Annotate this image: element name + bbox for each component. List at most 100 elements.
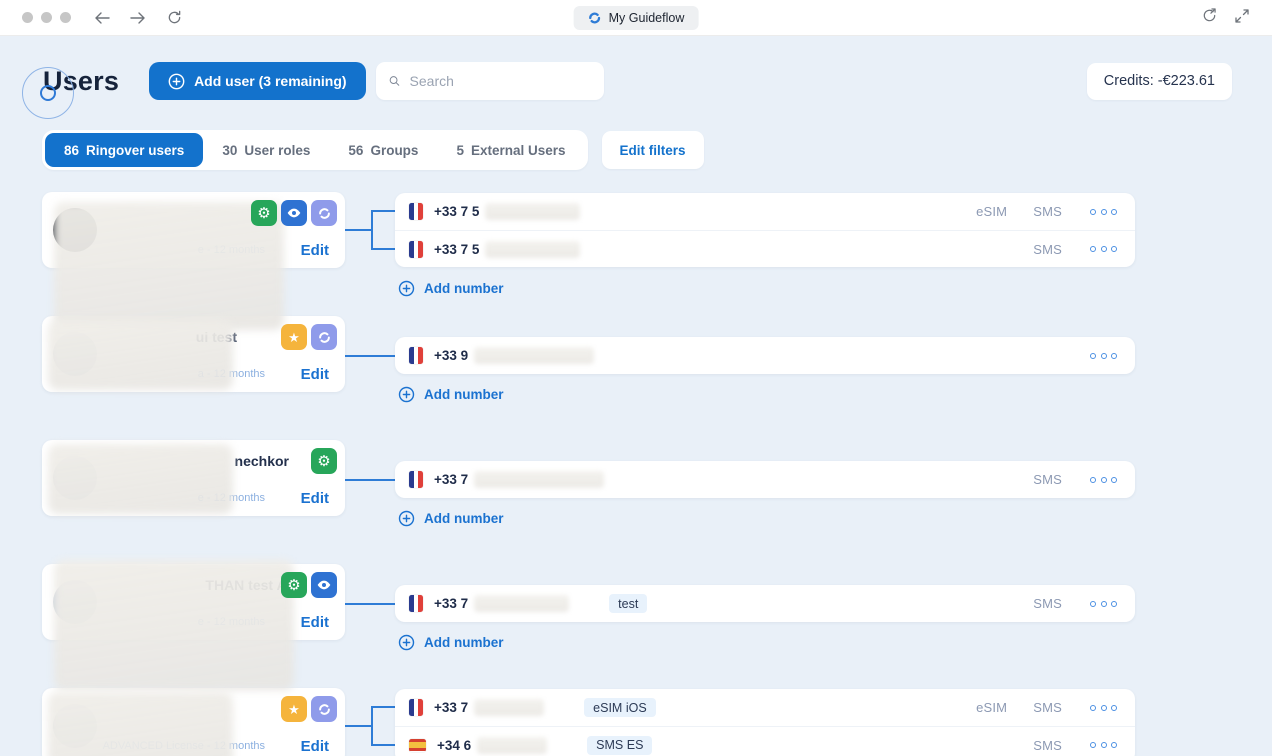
avatar [53, 332, 97, 376]
sync-badge-icon[interactable] [311, 324, 337, 350]
add-number-link[interactable]: Add number [398, 280, 504, 297]
back-icon[interactable] [93, 9, 111, 27]
expand-icon[interactable] [1234, 8, 1250, 29]
user-card: ui test ★ a - 12 months Edit [42, 316, 345, 392]
edit-user-link[interactable]: Edit [301, 490, 329, 507]
credits-badge: Credits: -€223.61 [1086, 62, 1232, 100]
sms-label: SMS [1033, 737, 1062, 753]
star-badge-icon[interactable]: ★ [281, 324, 307, 350]
license-label: a - 12 months [197, 368, 265, 380]
eye-badge-icon[interactable] [311, 572, 337, 598]
france-flag-icon [409, 471, 423, 488]
gear-badge-icon[interactable]: ⚙ [281, 572, 307, 598]
esim-label: eSIM [976, 700, 1008, 715]
redacted-number [485, 240, 581, 258]
browser-tab[interactable]: My Guideflow [573, 6, 699, 30]
connector-line [345, 479, 395, 481]
sms-label: SMS [1033, 596, 1062, 611]
tab-user-roles[interactable]: 30 User roles [203, 133, 329, 167]
row-menu-button[interactable] [1088, 738, 1119, 752]
connector-line [371, 706, 395, 708]
search-box[interactable] [375, 62, 604, 100]
number-row: +33 7 5 eSIM SMS [395, 193, 1135, 230]
row-menu-button[interactable] [1088, 701, 1119, 715]
gear-badge-icon[interactable]: ⚙ [251, 200, 277, 226]
plus-circle-icon [398, 510, 415, 527]
tab-label: Groups [370, 142, 419, 158]
tab-groups[interactable]: 56 Groups [329, 133, 437, 167]
connector-line [345, 603, 395, 605]
reload-icon[interactable] [165, 9, 183, 27]
edit-filters-button[interactable]: Edit filters [601, 131, 704, 169]
sms-label: SMS [1033, 472, 1062, 487]
eye-badge-icon[interactable] [281, 200, 307, 226]
forward-icon[interactable] [129, 9, 147, 27]
phone-number: +33 9 [434, 348, 469, 363]
search-input[interactable] [409, 73, 591, 89]
window-dot-icon [41, 12, 52, 23]
window-dot-icon [60, 12, 71, 23]
redacted-number [474, 699, 545, 716]
credits-value: Credits: -€223.61 [1103, 73, 1215, 89]
row-menu-button[interactable] [1088, 597, 1119, 611]
connector-line [345, 355, 395, 357]
phone-number: +34 6 [437, 737, 472, 753]
redacted-number [474, 471, 605, 488]
copy-link-icon[interactable] [1201, 7, 1218, 29]
add-user-button[interactable]: Add user (3 remaining) [149, 62, 366, 100]
redacted-number [485, 203, 581, 220]
page-title: Users [43, 65, 120, 96]
number-tag: test [609, 594, 648, 613]
window-dot-icon [22, 12, 33, 23]
add-number-label: Add number [424, 511, 504, 526]
sync-badge-icon[interactable] [311, 200, 337, 226]
tab-count: 86 [64, 142, 80, 158]
row-menu-button[interactable] [1088, 205, 1119, 219]
tab-count: 56 [348, 142, 364, 158]
edit-user-link[interactable]: Edit [301, 366, 329, 383]
tab-count: 5 [456, 142, 464, 158]
row-menu-button[interactable] [1088, 242, 1119, 256]
france-flag-icon [409, 240, 423, 258]
number-tag: SMS ES [587, 735, 653, 755]
user-card: ★ ADVANCED License - 12 months Edit [42, 688, 345, 756]
number-row: +34 6 SMS ES SMS [395, 726, 1135, 756]
number-row: +33 7 eSIM iOS eSIM SMS [395, 689, 1135, 726]
add-number-label: Add number [424, 387, 504, 402]
tab-label: External Users [470, 142, 566, 158]
tabs-container: 86 Ringover users 30 User roles 56 Group… [42, 130, 588, 170]
number-row: +33 7 test SMS [395, 585, 1135, 622]
number-row: +33 7 5 SMS [395, 230, 1135, 267]
gear-badge-icon[interactable]: ⚙ [311, 448, 337, 474]
connector-line [345, 229, 372, 231]
user-row: ui test ★ a - 12 months Edit +33 9 Add n… [42, 316, 1272, 440]
phone-number: +33 7 [434, 596, 469, 611]
numbers-panel: +33 7 test SMS [395, 585, 1135, 622]
connector-line [345, 725, 372, 727]
add-number-link[interactable]: Add number [398, 510, 504, 527]
add-number-link[interactable]: Add number [398, 386, 504, 403]
add-number-label: Add number [424, 281, 504, 296]
star-badge-icon[interactable]: ★ [281, 696, 307, 722]
search-icon [389, 76, 399, 86]
edit-user-link[interactable]: Edit [301, 738, 329, 755]
spain-flag-icon [409, 738, 426, 752]
row-menu-button[interactable] [1088, 349, 1119, 363]
user-name: ui test [195, 329, 237, 345]
numbers-panel: +33 9 [395, 337, 1135, 374]
sms-label: SMS [1033, 241, 1062, 257]
connector-line [371, 211, 373, 250]
add-number-link[interactable]: Add number [398, 634, 504, 651]
plus-circle-icon [168, 73, 185, 89]
edit-user-link[interactable]: Edit [301, 242, 329, 259]
user-row: ⚙ e - 12 months Edit +33 7 5 eSIM SMS +3… [42, 192, 1272, 330]
plus-circle-icon [398, 386, 415, 403]
tab-ringover-users[interactable]: 86 Ringover users [45, 133, 204, 167]
row-menu-button[interactable] [1088, 473, 1119, 487]
tab-external-users[interactable]: 5 External Users [437, 133, 584, 167]
numbers-panel: +33 7 5 eSIM SMS +33 7 5 SMS [395, 193, 1135, 267]
user-name: nechkor [234, 453, 289, 469]
edit-user-link[interactable]: Edit [301, 614, 329, 631]
number-tag: eSIM iOS [584, 698, 656, 717]
sync-badge-icon[interactable] [311, 696, 337, 722]
